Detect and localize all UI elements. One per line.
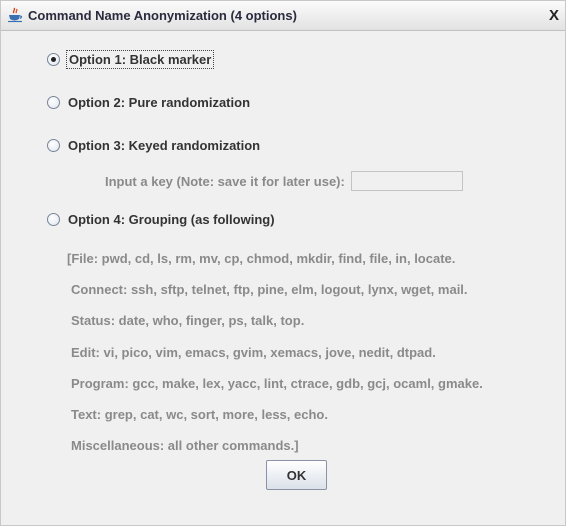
option-1-radio-button[interactable] bbox=[47, 53, 60, 66]
group-file-text: [File: pwd, cd, ls, rm, mv, cp, chmod, m… bbox=[67, 251, 456, 266]
option-3-radio-row[interactable]: Option 3: Keyed randomization bbox=[47, 137, 262, 154]
key-input-field[interactable] bbox=[350, 171, 463, 191]
option-3-radio-button[interactable] bbox=[47, 139, 60, 152]
option-1-label[interactable]: Option 1: Black marker bbox=[66, 50, 215, 69]
group-edit-text: Edit: vi, pico, vim, emacs, gvim, xemacs… bbox=[71, 345, 436, 360]
key-input-row: Input a key (Note: save it for later use… bbox=[105, 171, 463, 191]
title-bar[interactable]: Command Name Anonymization (4 options) X bbox=[1, 1, 565, 31]
option-4-radio-row[interactable]: Option 4: Grouping (as following) bbox=[47, 211, 277, 228]
option-1-radio-row[interactable]: Option 1: Black marker bbox=[47, 50, 215, 69]
dialog-window: Command Name Anonymization (4 options) X… bbox=[0, 0, 566, 526]
window-title: Command Name Anonymization (4 options) bbox=[28, 8, 297, 23]
option-2-radio-button[interactable] bbox=[47, 96, 60, 109]
option-3-label[interactable]: Option 3: Keyed randomization bbox=[66, 137, 262, 154]
group-text-text: Text: grep, cat, wc, sort, more, less, e… bbox=[71, 407, 328, 422]
group-connect-text: Connect: ssh, sftp, telnet, ftp, pine, e… bbox=[71, 282, 468, 297]
group-program-text: Program: gcc, make, lex, yacc, lint, ctr… bbox=[71, 376, 483, 391]
option-2-radio-row[interactable]: Option 2: Pure randomization bbox=[47, 94, 252, 111]
java-cup-icon bbox=[8, 7, 23, 23]
ok-button[interactable]: OK bbox=[266, 460, 327, 490]
option-4-radio-button[interactable] bbox=[47, 213, 60, 226]
group-misc-text: Miscellaneous: all other commands.] bbox=[71, 438, 299, 453]
key-input-label: Input a key (Note: save it for later use… bbox=[105, 173, 345, 189]
option-2-label[interactable]: Option 2: Pure randomization bbox=[66, 94, 252, 111]
option-4-label[interactable]: Option 4: Grouping (as following) bbox=[66, 211, 277, 228]
group-status-text: Status: date, who, finger, ps, talk, top… bbox=[71, 313, 305, 328]
close-button[interactable]: X bbox=[544, 6, 564, 26]
